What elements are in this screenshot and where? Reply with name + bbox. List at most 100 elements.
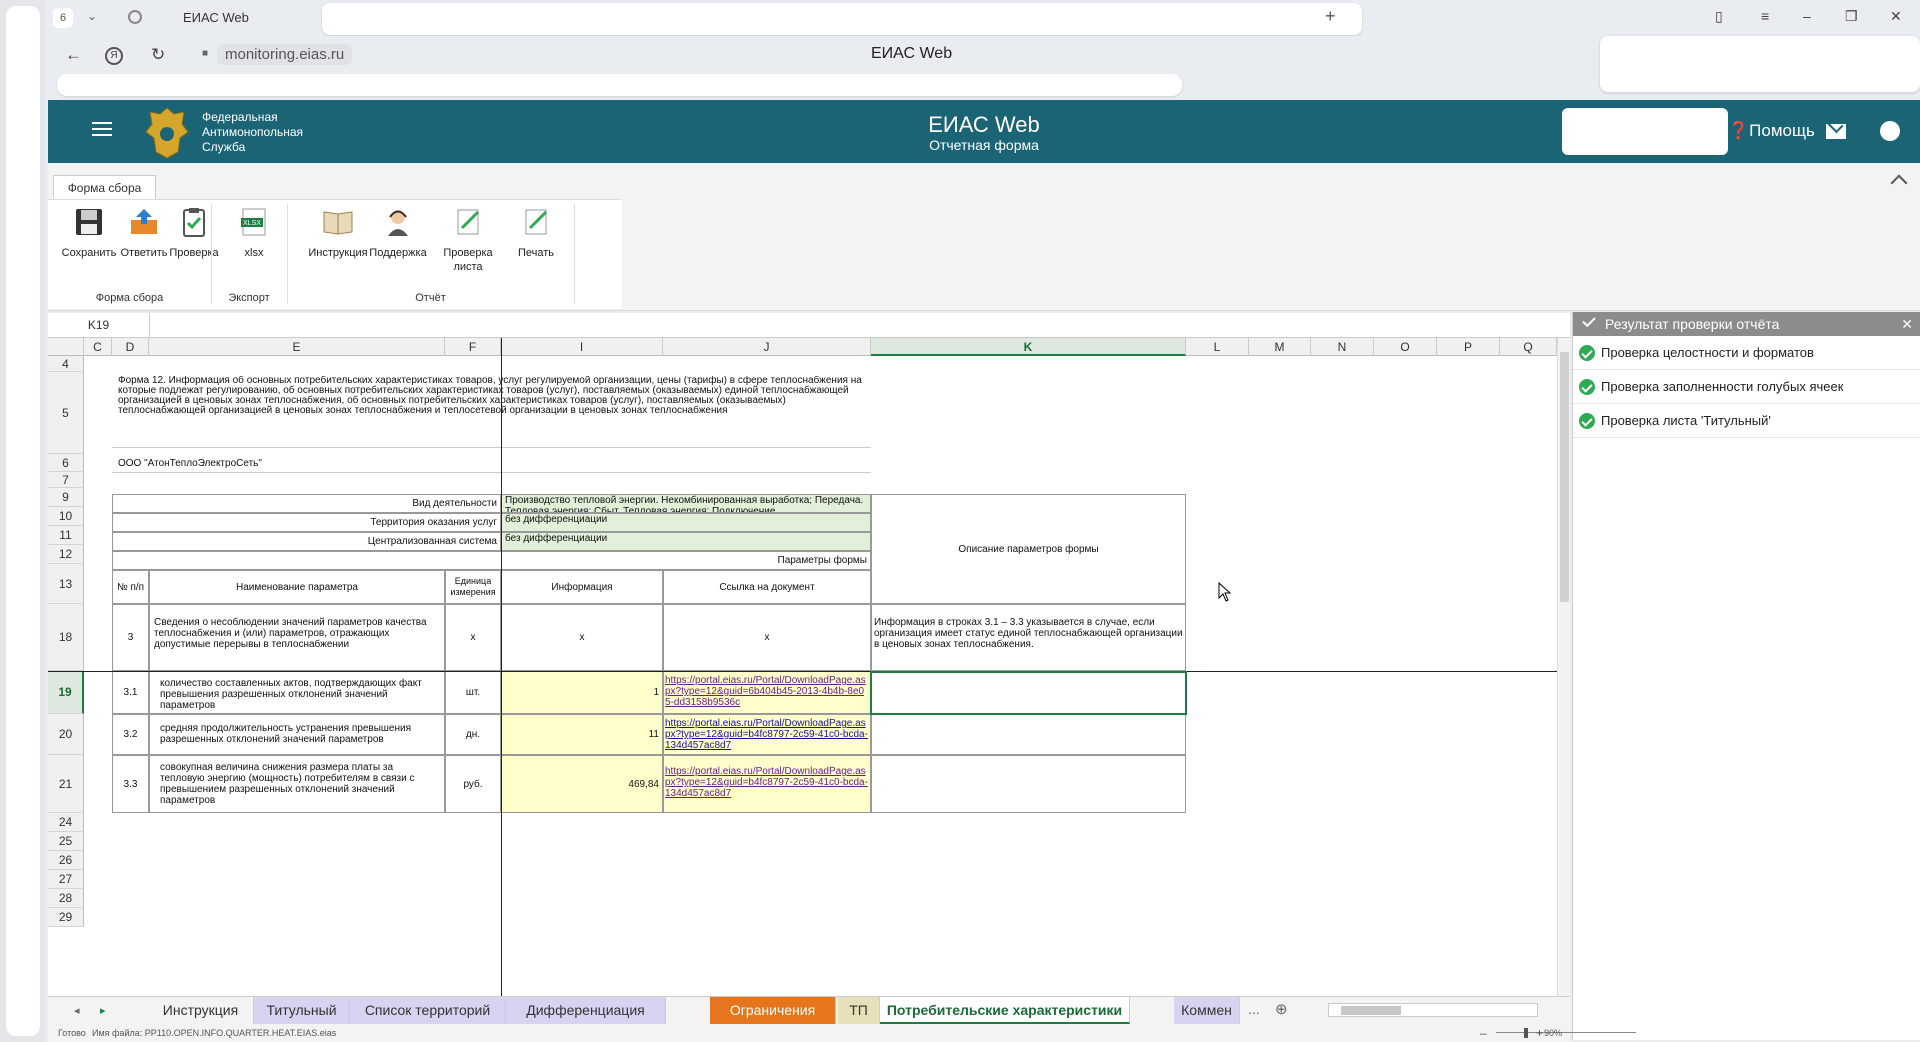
row-header[interactable]: 10 bbox=[48, 507, 84, 526]
row-unit[interactable]: дн. bbox=[445, 714, 501, 755]
zoom-in-icon[interactable]: + bbox=[1536, 1024, 1543, 1042]
row-header[interactable]: 25 bbox=[48, 832, 84, 851]
row-num[interactable]: 3.3 bbox=[112, 755, 149, 813]
row-name[interactable]: количество составленных актов, подтвержд… bbox=[149, 671, 445, 714]
row-header[interactable]: 24 bbox=[48, 813, 84, 832]
save-button[interactable]: Сохранить bbox=[58, 206, 120, 260]
row-header[interactable]: 4 bbox=[48, 356, 84, 372]
help-button[interactable]: ❓Помощь bbox=[1728, 121, 1815, 141]
header-search-box[interactable] bbox=[1562, 108, 1728, 155]
bookmarks-bar[interactable] bbox=[57, 74, 1182, 96]
bookmarks-icon[interactable]: ▯ bbox=[1715, 8, 1723, 25]
cell-reference[interactable]: K19 bbox=[48, 313, 150, 337]
row-link[interactable]: https://portal.eias.ru/Portal/DownloadPa… bbox=[663, 671, 871, 714]
check-button[interactable]: Проверка bbox=[163, 206, 225, 260]
row-link[interactable]: https://portal.eias.ru/Portal/DownloadPa… bbox=[663, 714, 871, 755]
row-header[interactable]: 19 bbox=[48, 671, 84, 714]
restore-icon[interactable]: ❐ bbox=[1845, 8, 1858, 25]
row-header[interactable]: 7 bbox=[48, 472, 84, 488]
sheet-tab[interactable]: Потребительские характеристики bbox=[880, 997, 1130, 1024]
document-link[interactable]: https://portal.eias.ru/Portal/DownloadPa… bbox=[665, 718, 868, 751]
sheet-tab[interactable]: Дифференциация bbox=[506, 997, 666, 1024]
row-link[interactable]: https://portal.eias.ru/Portal/DownloadPa… bbox=[663, 755, 871, 813]
column-header[interactable]: C bbox=[84, 338, 112, 356]
tab-strip-area[interactable] bbox=[322, 3, 1362, 35]
minimize-icon[interactable]: – bbox=[1803, 8, 1811, 24]
yandex-icon[interactable]: Я bbox=[105, 47, 123, 65]
sheet-tab[interactable]: Ограничения bbox=[710, 997, 836, 1024]
column-header[interactable]: M bbox=[1249, 338, 1311, 356]
instruction-button[interactable]: Инструкция bbox=[307, 206, 369, 260]
row-description[interactable] bbox=[871, 755, 1186, 813]
row-description[interactable] bbox=[871, 714, 1186, 755]
row-header[interactable]: 11 bbox=[48, 526, 84, 545]
tab-count-badge[interactable]: 6 bbox=[53, 8, 73, 28]
check-result-item[interactable]: Проверка заполненности голубых ячеек bbox=[1573, 370, 1920, 404]
document-link[interactable]: https://portal.eias.ru/Portal/DownloadPa… bbox=[665, 766, 868, 799]
organization-name[interactable]: ООО "АтонТеплоЭлектроСеть" bbox=[118, 458, 618, 472]
tab-form[interactable]: Форма сбора bbox=[53, 175, 156, 199]
row-name[interactable]: средняя продолжительность устранения пре… bbox=[149, 714, 445, 755]
close-window-icon[interactable]: ✕ bbox=[1890, 8, 1902, 25]
row-header[interactable]: 9 bbox=[48, 488, 84, 507]
sheet-tab[interactable]: Титульный bbox=[254, 997, 350, 1024]
url-field[interactable]: monitoring.eias.ru bbox=[217, 44, 353, 65]
column-header[interactable]: N bbox=[1311, 338, 1374, 356]
chevron-down-icon[interactable]: ⌄ bbox=[81, 9, 103, 27]
row-num[interactable]: 3 bbox=[112, 604, 149, 671]
row-num[interactable]: 3.2 bbox=[112, 714, 149, 755]
row-unit[interactable]: руб. bbox=[445, 755, 501, 813]
row-header[interactable]: 18 bbox=[48, 604, 84, 671]
menu-icon[interactable]: ≡ bbox=[1761, 8, 1769, 24]
column-header[interactable]: L bbox=[1186, 338, 1249, 356]
zoom-slider-handle[interactable] bbox=[1524, 1028, 1528, 1038]
row-header[interactable]: 6 bbox=[48, 454, 84, 472]
grid-corner[interactable] bbox=[48, 338, 84, 356]
column-header[interactable]: Q bbox=[1500, 338, 1557, 356]
add-sheet-icon[interactable]: ⊕ bbox=[1275, 1000, 1288, 1018]
document-link[interactable]: https://portal.eias.ru/Portal/DownloadPa… bbox=[665, 675, 866, 708]
column-header[interactable]: J bbox=[663, 338, 871, 356]
row-name[interactable]: Сведения о несоблюдении значений парамет… bbox=[149, 604, 445, 671]
row-name[interactable]: совокупная величина снижения размера пла… bbox=[149, 755, 445, 813]
mail-icon[interactable] bbox=[1826, 124, 1846, 139]
column-header[interactable]: O bbox=[1374, 338, 1437, 356]
row-header[interactable]: 29 bbox=[48, 908, 84, 927]
close-panel-icon[interactable]: ✕ bbox=[1901, 312, 1913, 336]
selected-cell[interactable] bbox=[870, 671, 1187, 715]
row-info[interactable]: x bbox=[501, 604, 663, 671]
column-header[interactable]: K bbox=[871, 338, 1186, 356]
row-header[interactable]: 21 bbox=[48, 755, 84, 813]
zoom-out-icon[interactable]: – bbox=[1480, 1024, 1487, 1042]
row-unit[interactable]: шт. bbox=[445, 671, 501, 714]
reload-icon[interactable]: ↻ bbox=[151, 45, 165, 65]
collapse-ribbon-icon[interactable] bbox=[1890, 174, 1908, 192]
column-header[interactable]: I bbox=[501, 338, 663, 356]
row-header[interactable]: 27 bbox=[48, 870, 84, 889]
row-info[interactable]: 11 bbox=[501, 714, 663, 755]
column-header[interactable]: F bbox=[445, 338, 501, 356]
support-button[interactable]: Поддержка bbox=[367, 206, 429, 260]
row-unit[interactable]: x bbox=[445, 604, 501, 671]
horizontal-scrollbar[interactable] bbox=[1328, 1003, 1538, 1017]
export-xlsx-button[interactable]: XLSX xlsx bbox=[223, 206, 285, 260]
check-result-item[interactable]: Проверка листа 'Титульный' bbox=[1573, 404, 1920, 438]
zoom-slider[interactable] bbox=[1496, 1032, 1636, 1033]
sheet-tab[interactable]: Список территорий bbox=[350, 997, 506, 1024]
tab-scroll-left-icon[interactable]: ◂ bbox=[74, 1004, 80, 1017]
print-button[interactable]: Печать bbox=[505, 206, 567, 260]
column-header[interactable]: P bbox=[1437, 338, 1500, 356]
form-title[interactable]: Форма 12. Информация об основных потреби… bbox=[118, 376, 870, 452]
more-tabs[interactable]: ... bbox=[1248, 1001, 1260, 1017]
row-info[interactable]: 1 bbox=[501, 671, 663, 714]
row-info[interactable]: 469,84 bbox=[501, 755, 663, 813]
row-num[interactable]: 3.1 bbox=[112, 671, 149, 714]
sheet-tab[interactable]: ТП bbox=[838, 997, 880, 1024]
row-header[interactable]: 5 bbox=[48, 372, 84, 454]
row-header[interactable]: 20 bbox=[48, 714, 84, 755]
column-header[interactable]: D bbox=[112, 338, 149, 356]
activity-value[interactable]: Производство тепловой энергии. Некомбини… bbox=[501, 494, 871, 513]
row-link[interactable]: x bbox=[663, 604, 871, 671]
back-icon[interactable]: ← bbox=[65, 45, 82, 65]
check-result-item[interactable]: Проверка целостности и форматов bbox=[1573, 336, 1920, 370]
